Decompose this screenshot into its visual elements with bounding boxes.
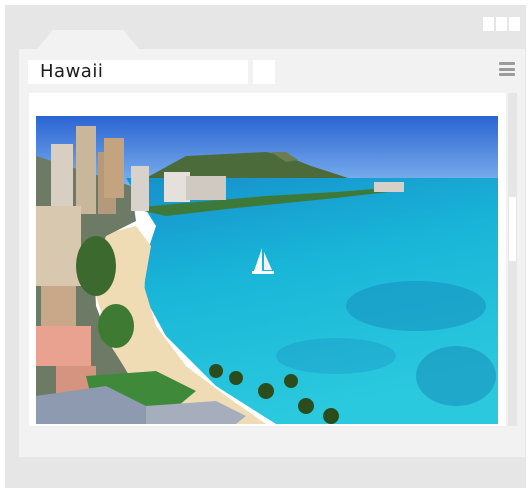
scrollbar-thumb[interactable] (509, 197, 516, 261)
minimize-button[interactable] (483, 17, 494, 31)
hamburger-menu-icon[interactable] (499, 62, 515, 76)
maximize-button[interactable] (496, 17, 507, 31)
app-window: Hawaii (5, 5, 526, 488)
vertical-scrollbar[interactable] (508, 93, 517, 426)
window-controls (483, 17, 520, 31)
close-button[interactable] (509, 17, 520, 31)
beach-photo (36, 116, 498, 424)
content-panel (19, 85, 525, 457)
window-title: Hawaii (28, 60, 248, 84)
content-area (29, 93, 506, 426)
toolbar: Hawaii (19, 49, 525, 85)
toolbar-action-button[interactable] (253, 60, 275, 84)
